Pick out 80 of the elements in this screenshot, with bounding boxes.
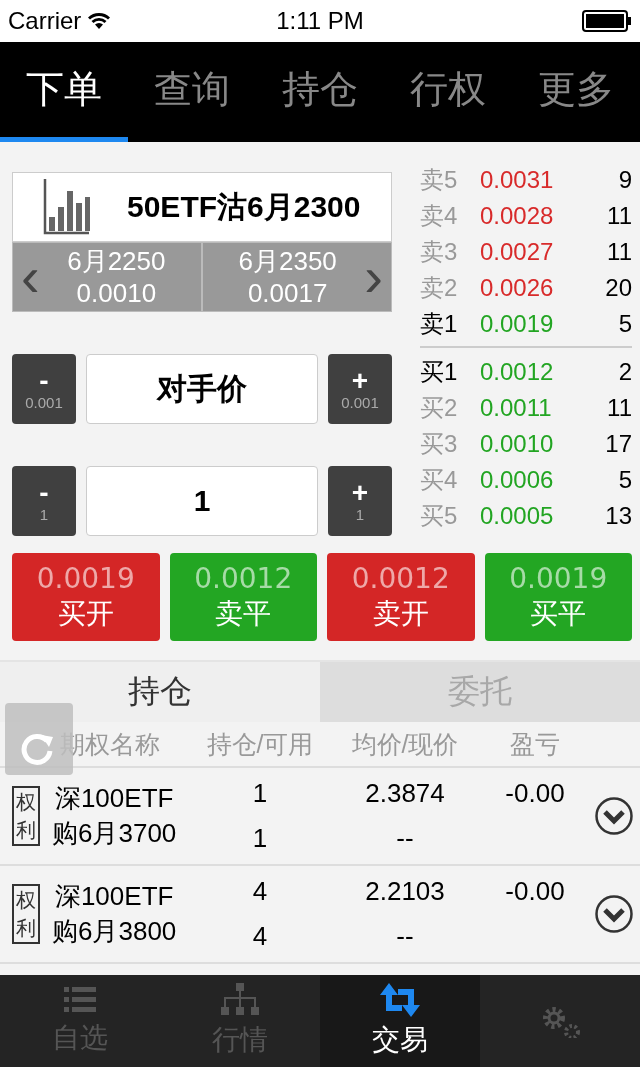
order-button[interactable]: 0.0019 买平	[484, 553, 632, 641]
profit-loss: -0.00	[505, 778, 565, 809]
carrier-name: Carrier	[8, 7, 82, 35]
average-price: 2.3874	[365, 778, 445, 809]
ask-price: 0.0031	[480, 166, 555, 194]
list-tab[interactable]: 持仓	[0, 662, 320, 722]
instrument-name: 50ETF沽6月2300	[127, 188, 361, 225]
swap-arrows-icon	[380, 983, 420, 1017]
contract-name: 购6月3700	[52, 817, 177, 850]
bid-level: 买4	[420, 465, 459, 495]
column-header: 均价/现价	[350, 728, 460, 760]
position-qty: 1	[252, 778, 268, 809]
ask-price: 0.0027	[480, 238, 555, 266]
bid-price: 0.0011	[480, 394, 553, 422]
bid-price: 0.0006	[480, 466, 555, 494]
nav-tab[interactable]: 持仓	[256, 42, 384, 142]
ask-price: 0.0026	[480, 274, 555, 302]
ask-price: 0.0028	[480, 202, 555, 230]
order-button[interactable]: 0.0012 卖开	[327, 553, 475, 641]
decrement-button[interactable]: - 1	[12, 466, 76, 536]
column-header: 持仓/可用	[205, 728, 315, 760]
nav-tab[interactable]: 下单	[0, 42, 128, 142]
nav-tab[interactable]: 查询	[128, 42, 256, 142]
ask-volume: 9	[617, 166, 632, 194]
input-field[interactable]: 1	[86, 466, 318, 536]
column-header: 盈亏	[509, 728, 561, 760]
current-price: --	[396, 921, 414, 952]
ask-volume: 11	[606, 202, 632, 230]
bid-volume: 11	[606, 394, 632, 422]
bid-volume: 5	[617, 466, 632, 494]
ask-level: 卖5	[420, 165, 459, 195]
column-header: 期权名称	[60, 728, 161, 760]
bid-price: 0.0012	[480, 358, 555, 386]
bid-level: 买3	[420, 429, 459, 459]
ask-volume: 11	[606, 238, 632, 266]
battery-icon	[582, 10, 632, 32]
expand-icon[interactable]	[594, 796, 634, 836]
next-contract-button[interactable]: 6月2350 0.0017 ›	[202, 242, 392, 312]
current-price: --	[396, 823, 414, 854]
contract-name: 购6月3800	[52, 915, 177, 948]
ask-level: 卖2	[420, 273, 459, 303]
order-button[interactable]: 0.0019 买开	[12, 553, 160, 641]
bar-chart-icon	[43, 179, 91, 235]
ask-price: 0.0019	[480, 310, 555, 338]
ask-volume: 5	[617, 310, 632, 338]
option-tag: 权利	[12, 786, 40, 846]
tab-bar-item[interactable]: 交易	[320, 975, 480, 1067]
ask-level: 卖3	[420, 237, 459, 267]
bid-volume: 2	[617, 358, 632, 386]
available-qty: 1	[252, 823, 268, 854]
bid-level: 买5	[420, 501, 459, 531]
available-qty: 4	[252, 921, 268, 952]
position-qty: 4	[252, 876, 268, 907]
list-icon	[64, 985, 96, 1015]
previous-contract-button[interactable]: ‹ 6月2250 0.0010	[12, 242, 202, 312]
ask-volume: 20	[604, 274, 632, 302]
bid-volume: 17	[604, 430, 632, 458]
bid-price: 0.0010	[480, 430, 555, 458]
profit-loss: -0.00	[505, 876, 565, 907]
bid-price: 0.0005	[480, 502, 555, 530]
nav-tab[interactable]: 行权	[384, 42, 512, 142]
clock-time: 1:11 PM	[276, 7, 364, 35]
bid-level: 买1	[420, 357, 459, 387]
expand-icon[interactable]	[594, 894, 634, 934]
bid-volume: 13	[604, 502, 632, 530]
increment-button[interactable]: + 1	[328, 466, 392, 536]
underlying-name: 深100ETF	[54, 782, 174, 815]
option-tag: 权利	[12, 884, 40, 944]
ask-level: 卖4	[420, 201, 459, 231]
hierarchy-icon	[221, 983, 259, 1017]
underlying-name: 深100ETF	[54, 880, 174, 913]
decrement-button[interactable]: - 0.001	[12, 354, 76, 424]
average-price: 2.2103	[365, 876, 445, 907]
input-field[interactable]: 对手价	[86, 354, 318, 424]
nav-tab[interactable]: 更多	[512, 42, 640, 142]
bid-level: 买2	[420, 393, 459, 423]
order-button[interactable]: 0.0012 卖平	[169, 553, 317, 641]
wifi-icon	[87, 12, 112, 30]
increment-button[interactable]: + 0.001	[328, 354, 392, 424]
ask-level: 卖1	[420, 309, 459, 339]
